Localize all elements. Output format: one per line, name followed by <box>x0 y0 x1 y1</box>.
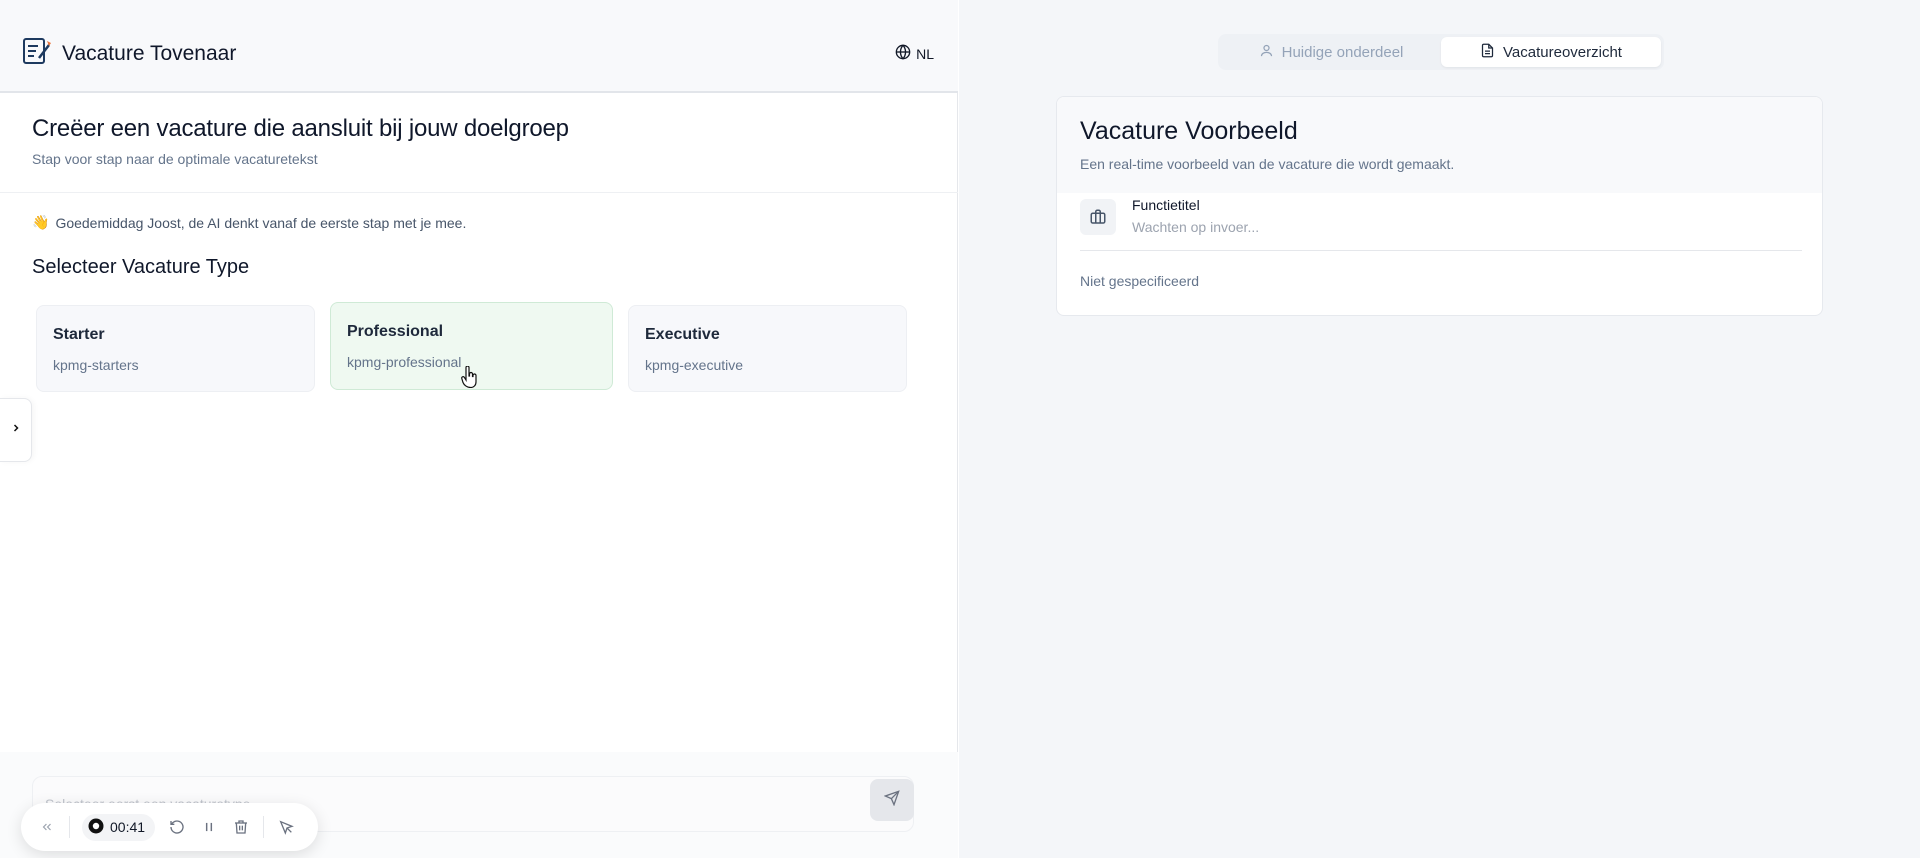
divider <box>263 816 265 838</box>
vacancy-preview-card: Vacature Voorbeeld Een real-time voorbee… <box>1056 96 1823 316</box>
vacancy-type-title: Executive <box>645 326 720 343</box>
pause-icon[interactable] <box>199 817 219 837</box>
briefcase-icon <box>1080 199 1116 235</box>
user-icon <box>1259 43 1274 62</box>
vacancy-type-code: kpmg-starters <box>53 357 139 373</box>
language-switcher[interactable]: NL <box>895 44 934 63</box>
tab-vacancy-overview[interactable]: Vacatureoverzicht <box>1441 37 1661 67</box>
document-icon <box>1480 43 1495 62</box>
brand[interactable]: Vacature Tovenaar <box>22 36 236 71</box>
app-header: Vacature Tovenaar NL <box>0 0 958 93</box>
send-icon <box>883 789 900 811</box>
divider <box>69 816 70 838</box>
field-value: Wachten op invoer... <box>1132 219 1260 235</box>
tab-current-section[interactable]: Huidige onderdeel <box>1221 37 1441 67</box>
chevron-right-icon <box>10 421 22 439</box>
field-text: Functietitel Wachten op invoer... <box>1132 197 1259 235</box>
job-title-field: Functietitel Wachten op invoer... <box>1080 197 1802 251</box>
tab-label: Huidige onderdeel <box>1281 43 1404 61</box>
recording-timer: 00:41 <box>82 813 156 841</box>
tab-label: Vacatureoverzicht <box>1503 43 1622 61</box>
page-subtitle: Stap voor stap naar de optimale vacature… <box>32 151 318 167</box>
preview-title: Vacature Voorbeeld <box>1080 117 1298 145</box>
hand-cursor-icon <box>461 365 479 393</box>
screen-recorder-toolbar: 00:41 <box>21 803 318 851</box>
greeting-text: Goedemiddag Joost, de AI denkt vanaf de … <box>55 214 467 231</box>
preview-tabs: Huidige onderdeel Vacatureoverzicht <box>1218 34 1664 70</box>
preview-header: Vacature Voorbeeld Een real-time voorbee… <box>1057 97 1822 193</box>
vacancy-type-executive[interactable]: Executive kpmg-executive <box>628 305 907 392</box>
send-button[interactable] <box>870 779 914 821</box>
vacancy-type-code: kpmg-executive <box>645 357 744 373</box>
sidebar-expand-button[interactable] <box>0 398 32 462</box>
cursor-select-icon[interactable] <box>276 817 296 837</box>
greeting-message: 👋 Goedemiddag Joost, de AI denkt vanaf d… <box>32 214 466 231</box>
restart-icon[interactable] <box>167 817 187 837</box>
vacancy-type-starter[interactable]: Starter kpmg-starters <box>36 305 315 392</box>
chat-panel: Vacature Tovenaar NL Creëer een vacature… <box>0 0 958 858</box>
collapse-icon[interactable] <box>37 817 57 837</box>
page-title: Creëer een vacature die aansluit bij jou… <box>32 115 569 142</box>
section-title: Selecteer Vacature Type <box>32 256 250 278</box>
language-label: NL <box>916 45 934 62</box>
wave-icon: 👋 <box>32 214 50 230</box>
preview-subtitle: Een real-time voorbeeld van de vacature … <box>1080 156 1455 172</box>
page-hero: Creëer een vacature die aansluit bij jou… <box>0 95 958 193</box>
app-title: Vacature Tovenaar <box>62 41 237 65</box>
recording-time: 00:41 <box>110 819 146 835</box>
globe-icon <box>895 44 911 63</box>
app-logo-icon <box>22 36 52 71</box>
not-specified-text: Niet gespecificeerd <box>1080 273 1200 289</box>
vacancy-type-title: Professional <box>347 323 444 340</box>
field-label: Functietitel <box>1132 197 1200 213</box>
record-icon <box>88 818 104 837</box>
vacancy-type-title: Starter <box>53 326 105 343</box>
trash-icon[interactable] <box>231 817 251 837</box>
